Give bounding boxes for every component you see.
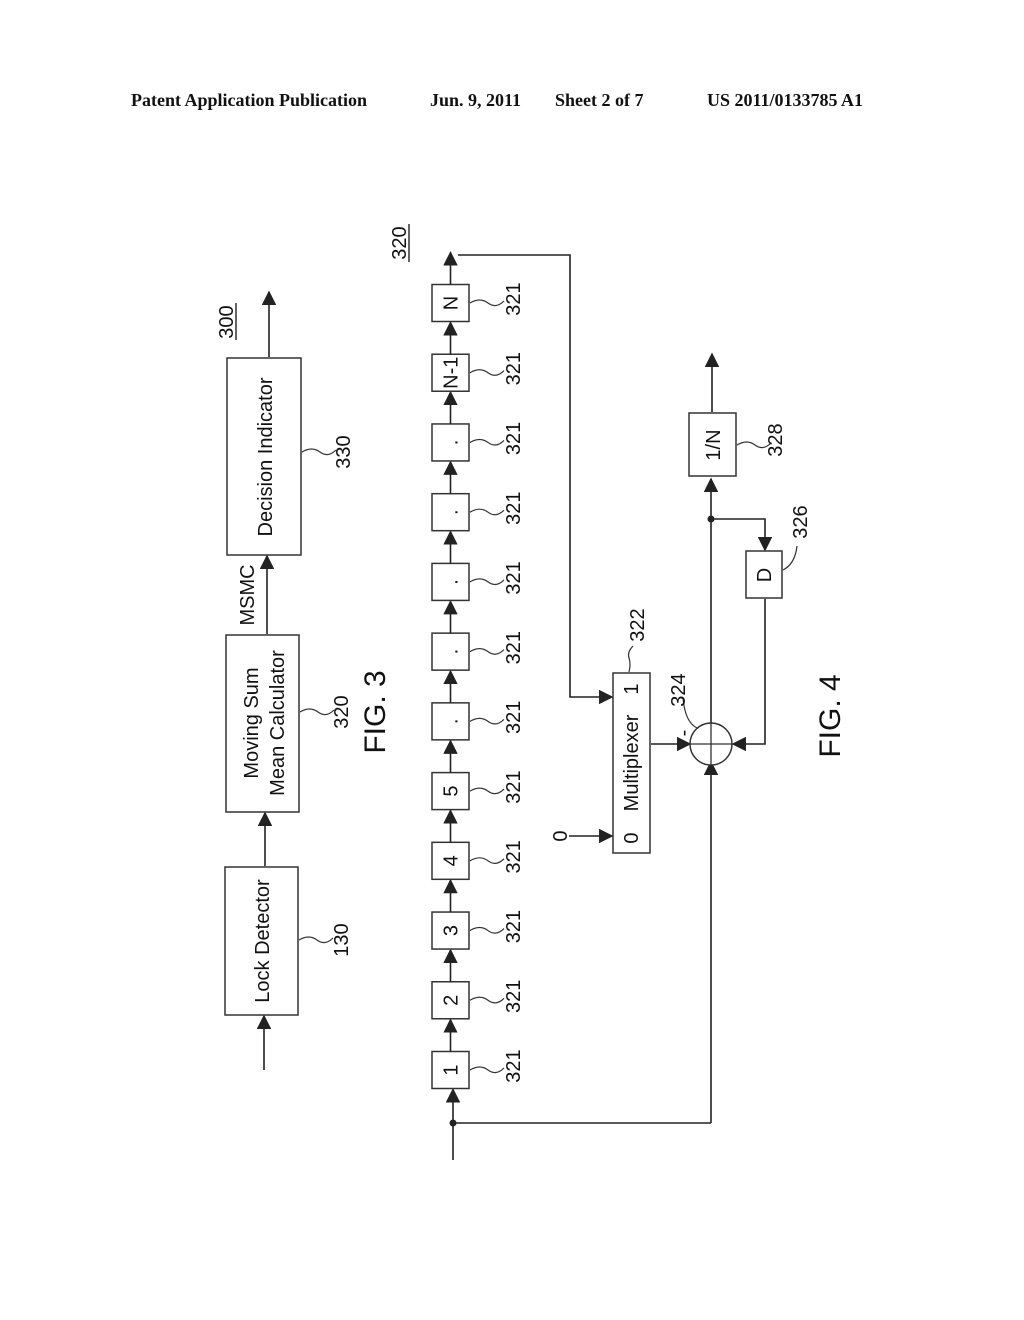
msmc-signal-label: MSMC [237, 564, 259, 625]
multiplexer-ref: 322 [627, 608, 649, 641]
delay-cell: . 321 [431, 422, 525, 462]
delay-cell-ref: 321 [503, 770, 525, 803]
lock-detector-leader [298, 936, 334, 944]
delay-d-ref: 326 [790, 505, 812, 538]
delay-cell-ref: 321 [503, 282, 525, 315]
delay-cell-ref: 321 [503, 980, 525, 1013]
delay-cell: N 321 [431, 282, 525, 323]
moving-sum-ref: 320 [331, 695, 353, 728]
fig4-system-ref: 320 [389, 226, 411, 259]
patent-drawing: Lock Detector 130 Moving Sum Mean Calcul… [216, 224, 847, 1160]
delay-cell-leader [469, 1066, 505, 1074]
multiplexer-label: Multiplexer [621, 714, 643, 811]
delay-cell: 2 321 [431, 980, 525, 1020]
delay-d-leader [782, 545, 798, 571]
adder-ref: 324 [668, 673, 690, 706]
branch-to-delay [711, 518, 773, 552]
decision-indicator-leader [301, 448, 337, 456]
delay-cell-leader [469, 996, 505, 1004]
scaler-ref: 328 [765, 423, 787, 456]
delay-cell-label: . [441, 579, 463, 585]
delay-cell: 4 321 [431, 840, 525, 881]
delay-cell-leader [469, 578, 505, 586]
delay-cell: . 321 [431, 561, 525, 602]
delay-cell-ref: 321 [503, 1049, 525, 1082]
moving-sum-label-line1: Moving Sum [241, 667, 263, 778]
feedback-line-to-mux [458, 254, 614, 705]
delay-cell-leader [469, 369, 505, 376]
delay-cell-ref: 321 [503, 352, 525, 385]
fig3-caption: FIG. 3 [359, 670, 392, 753]
delay-cell-label: 5 [441, 786, 463, 797]
delay-cell-label: 4 [441, 855, 463, 866]
multiplexer-input1-label: 1 [621, 683, 643, 694]
delay-cell: . 321 [431, 701, 525, 741]
delay-cell-label: 3 [441, 925, 463, 936]
delay-cell-ref: 321 [503, 631, 525, 664]
lock-detector-label: Lock Detector [252, 879, 274, 1003]
delay-cell-ref: 321 [503, 910, 525, 943]
fig3-system-ref: 300 [216, 305, 238, 338]
fig3-diagram: Lock Detector 130 Moving Sum Mean Calcul… [216, 290, 392, 1070]
decision-indicator-ref: 330 [333, 435, 355, 468]
delay-d-label: D [754, 568, 776, 582]
delay-cell-leader [469, 508, 505, 516]
delay-cell-ref: 321 [503, 561, 525, 594]
delay-cell: 1 321 [431, 1049, 525, 1090]
delay-cell-leader [469, 787, 505, 795]
moving-sum-leader [299, 708, 335, 716]
delay-cell: . 321 [431, 631, 525, 671]
multiplexer-leader [627, 645, 634, 673]
delay-cell-label: N [441, 296, 463, 310]
moving-sum-label-line2: Mean Calculator [267, 650, 289, 796]
delay-cell-label: 1 [441, 1064, 463, 1075]
delay-cell-ref: 321 [503, 491, 525, 524]
delay-cell-leader [469, 926, 505, 934]
delay-cell-leader [469, 299, 505, 307]
delay-cell-label: 2 [441, 995, 463, 1006]
delay-cell: 3 321 [431, 910, 525, 950]
delay-cell: . 321 [431, 491, 525, 532]
lock-detector-ref: 130 [331, 923, 353, 956]
delay-cell-label: . [441, 509, 463, 515]
decision-indicator-label: Decision Indicator [255, 377, 277, 536]
fig4-caption: FIG. 4 [814, 674, 847, 757]
delay-cell-label: . [441, 719, 463, 725]
scaler-label: 1/N [703, 429, 725, 460]
delay-cell-ref: 321 [503, 422, 525, 455]
delay-cell-leader [469, 648, 505, 655]
fig4-diagram: 320 1 321 2 321 3 321 4 321 5 321. 321. 321. 321. 321… [389, 224, 847, 1160]
multiplexer-input0-label: 0 [621, 832, 643, 843]
delay-cell-leader [469, 857, 505, 864]
zero-input-label: 0 [550, 830, 572, 841]
delay-cell-ref: 321 [503, 701, 525, 734]
delay-cell-ref: 321 [503, 840, 525, 873]
delay-cell-leader [469, 717, 505, 725]
delay-cell-label: . [441, 649, 463, 655]
delay-cell-label: N-1 [441, 357, 463, 389]
delay-cell: N-1 321 [431, 352, 525, 392]
delay-feedback-to-adder [731, 599, 766, 752]
delay-cell-label: . [441, 440, 463, 446]
delay-line-chain: 1 321 2 321 3 321 4 321 5 321. 321. 321. 321. 321. 321… [431, 251, 525, 1123]
delay-cell: 5 321 [431, 770, 525, 811]
delay-cell-leader [469, 438, 505, 446]
